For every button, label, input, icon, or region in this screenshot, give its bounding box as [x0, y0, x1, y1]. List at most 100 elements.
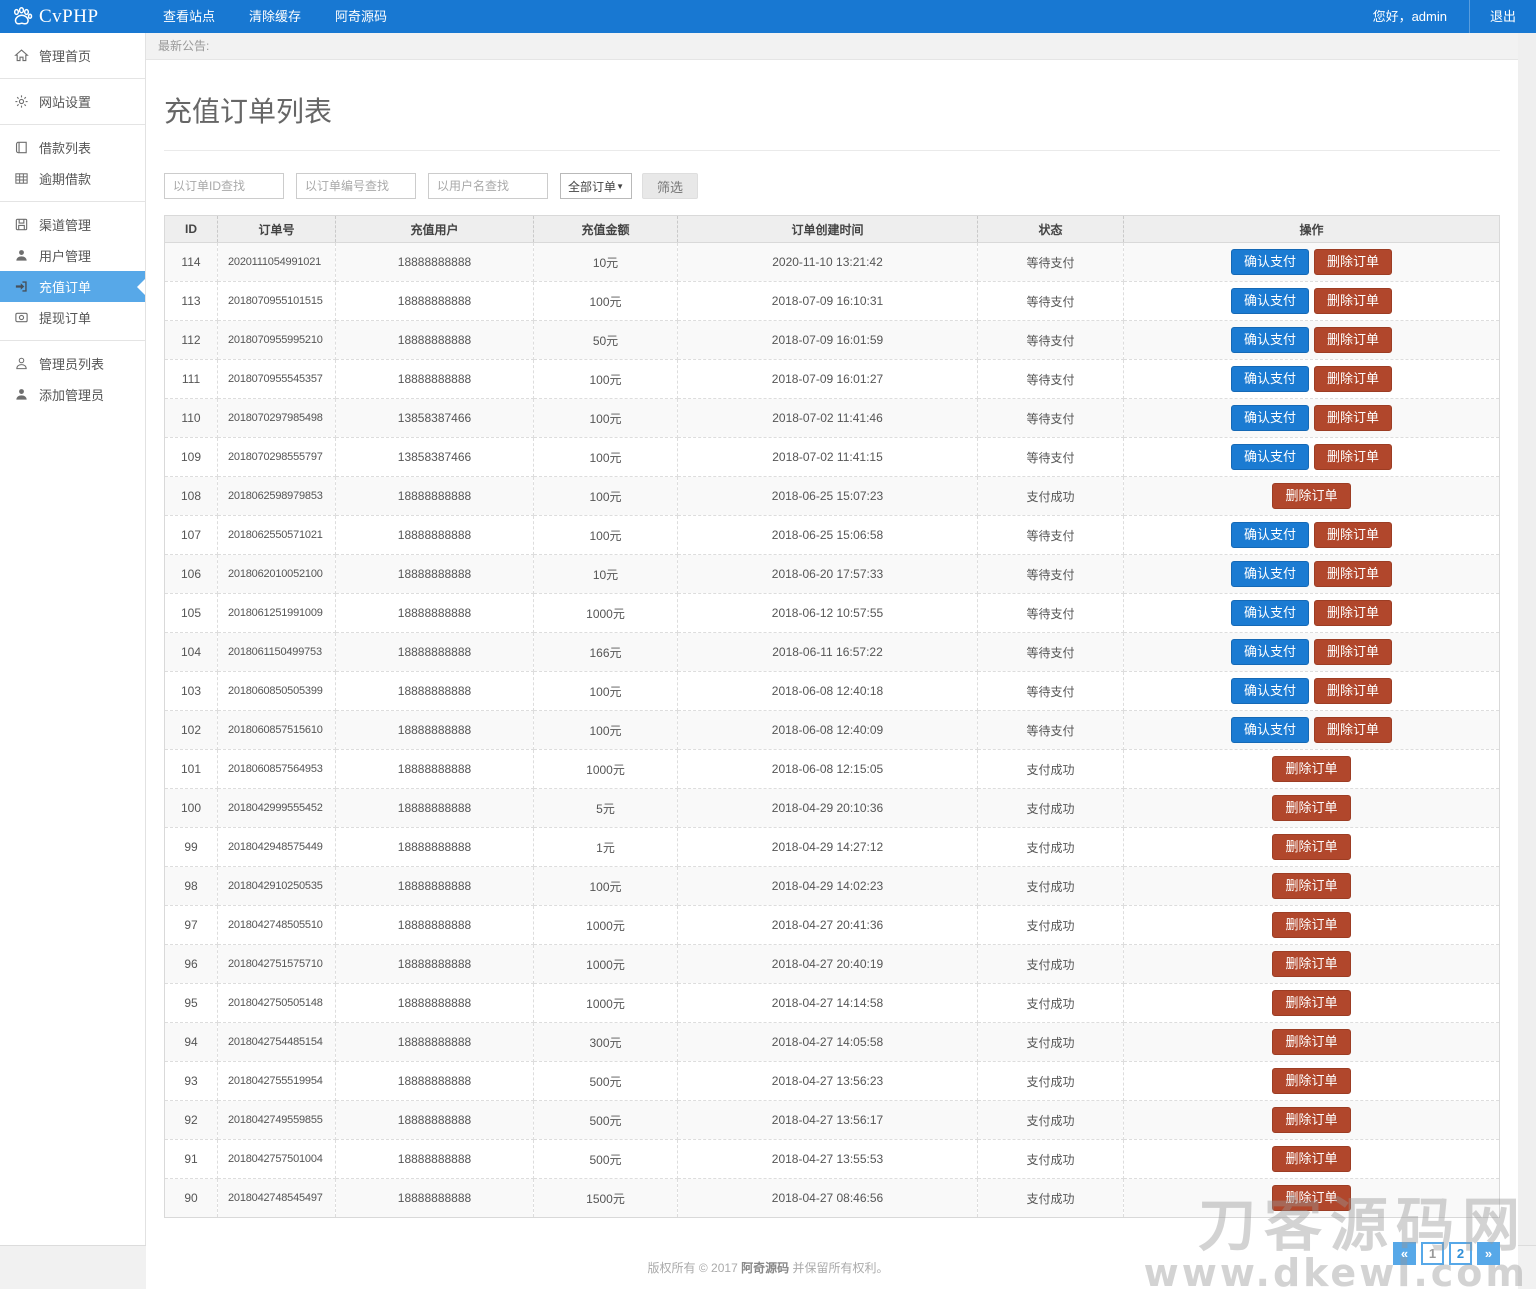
cell-actions: 确认支付 删除订单	[1123, 437, 1500, 477]
confirm-payment-button[interactable]: 确认支付	[1230, 717, 1309, 743]
delete-order-button[interactable]: 删除订单	[1272, 1146, 1351, 1172]
nav-item-clear-cache[interactable]: 清除缓存	[232, 0, 318, 33]
page-title: 充值订单列表	[164, 96, 333, 127]
sidebar-item-user[interactable]: 用户管理	[0, 240, 145, 271]
sidebar-item-home[interactable]: 管理首页	[0, 40, 145, 71]
delete-order-button[interactable]: 删除订单	[1314, 639, 1393, 665]
cell-user: 18888888888	[335, 632, 534, 672]
pagination-page-2[interactable]: 2	[1449, 1242, 1472, 1265]
sidebar-item-book[interactable]: 借款列表	[0, 132, 145, 163]
delete-order-button[interactable]: 删除订单	[1314, 327, 1393, 353]
nav-item-source[interactable]: 阿奇源码	[318, 0, 404, 33]
delete-order-button[interactable]: 删除订单	[1314, 366, 1393, 392]
delete-order-button[interactable]: 删除订单	[1272, 951, 1351, 977]
table-header-row: ID 订单号 充值用户 充值金额 订单创建时间 状态 操作	[164, 215, 1500, 243]
delete-order-button[interactable]: 删除订单	[1314, 288, 1393, 314]
cell-id: 100	[164, 788, 218, 828]
sidebar-item-user-outline[interactable]: 管理员列表	[0, 348, 145, 379]
user-icon	[14, 248, 29, 263]
sidebar-item-table[interactable]: 逾期借款	[0, 163, 145, 194]
confirm-payment-button[interactable]: 确认支付	[1230, 600, 1309, 626]
cell-actions: 删除订单	[1123, 1100, 1500, 1140]
cell-actions: 确认支付 删除订单	[1123, 671, 1500, 711]
delete-order-button[interactable]: 删除订单	[1314, 600, 1393, 626]
sidebar-item-signin[interactable]: 充值订单	[0, 271, 145, 302]
confirm-payment-button[interactable]: 确认支付	[1230, 288, 1309, 314]
table-row: 109 2018070298555797 13858387466 100元 2018-0…	[164, 437, 1500, 477]
pagination-next[interactable]: »	[1477, 1242, 1500, 1265]
cell-actions: 删除订单	[1123, 1022, 1500, 1062]
delete-order-button[interactable]: 删除订单	[1272, 1185, 1351, 1211]
cell-actions: 删除订单	[1123, 476, 1500, 516]
orders-table: ID 订单号 充值用户 充值金额 订单创建时间 状态 操作 114 2020111054991…	[164, 215, 1500, 1218]
announcement-bar: 最新公告:	[146, 33, 1518, 60]
cell-actions: 确认支付 删除订单	[1123, 320, 1500, 360]
confirm-payment-button[interactable]: 确认支付	[1230, 639, 1309, 665]
cell-created: 2018-04-27 13:56:17	[677, 1100, 978, 1140]
sidebar-item-user-add[interactable]: 添加管理员	[0, 379, 145, 410]
nav-item-view-site[interactable]: 查看站点	[146, 0, 232, 33]
cell-user: 13858387466	[335, 437, 534, 477]
delete-order-button[interactable]: 删除订单	[1314, 249, 1393, 275]
cell-status: 支付成功	[977, 944, 1124, 984]
table-row: 98 2018042910250535 18888888888 100元 2018-04…	[164, 866, 1500, 906]
confirm-payment-button[interactable]: 确认支付	[1230, 522, 1309, 548]
table-row: 92 2018042749559855 18888888888 500元 2018-04…	[164, 1100, 1500, 1140]
cell-user: 18888888888	[335, 515, 534, 555]
confirm-payment-button[interactable]: 确认支付	[1230, 405, 1309, 431]
column-header: 充值金额	[533, 215, 678, 243]
table-row: 106 2018062010052100 18888888888 10元 2018-06…	[164, 554, 1500, 594]
cell-status: 支付成功	[977, 827, 1124, 867]
sidebar-item-label: 渠道管理	[39, 218, 92, 233]
delete-order-button[interactable]: 删除订单	[1272, 1029, 1351, 1055]
home-icon	[14, 48, 29, 63]
delete-order-button[interactable]: 删除订单	[1314, 678, 1393, 704]
cell-created: 2018-04-27 08:46:56	[677, 1178, 978, 1218]
table-row: 108 2018062598979853 18888888888 100元 2018-0…	[164, 476, 1500, 516]
cell-status: 支付成功	[977, 1178, 1124, 1218]
delete-order-button[interactable]: 删除订单	[1314, 522, 1393, 548]
delete-order-button[interactable]: 删除订单	[1314, 444, 1393, 470]
delete-order-button[interactable]: 删除订单	[1272, 1068, 1351, 1094]
filter-button[interactable]: 筛选	[642, 173, 699, 199]
confirm-payment-button[interactable]: 确认支付	[1230, 561, 1309, 587]
cell-amount: 100元	[533, 281, 678, 321]
cell-id: 110	[164, 398, 218, 438]
pagination-prev[interactable]: «	[1393, 1242, 1416, 1265]
cell-user: 18888888888	[335, 827, 534, 867]
confirm-payment-button[interactable]: 确认支付	[1230, 327, 1309, 353]
cell-created: 2018-04-27 20:40:19	[677, 944, 978, 984]
order-id-search-input[interactable]	[164, 173, 284, 199]
delete-order-button[interactable]: 删除订单	[1272, 756, 1351, 782]
order-number-search-input[interactable]	[296, 173, 416, 199]
cell-user: 18888888888	[335, 1061, 534, 1101]
delete-order-button[interactable]: 删除订单	[1272, 990, 1351, 1016]
table-row: 96 2018042751575710 18888888888 1000元 2018-0…	[164, 944, 1500, 984]
logout-button[interactable]: 退出	[1468, 0, 1536, 33]
delete-order-button[interactable]: 删除订单	[1272, 873, 1351, 899]
cell-created: 2018-06-08 12:40:18	[677, 671, 978, 711]
sidebar-item-label: 充值订单	[39, 280, 92, 295]
confirm-payment-button[interactable]: 确认支付	[1230, 366, 1309, 392]
sidebar-item-save[interactable]: 渠道管理	[0, 209, 145, 240]
delete-order-button[interactable]: 删除订单	[1314, 561, 1393, 587]
order-status-select[interactable]: 全部订单 ▼	[560, 173, 632, 199]
delete-order-button[interactable]: 删除订单	[1272, 483, 1351, 509]
confirm-payment-button[interactable]: 确认支付	[1230, 678, 1309, 704]
sidebar-item-money[interactable]: 提现订单	[0, 302, 145, 333]
cell-user: 18888888888	[335, 242, 534, 282]
confirm-payment-button[interactable]: 确认支付	[1230, 249, 1309, 275]
cell-user: 18888888888	[335, 671, 534, 711]
delete-order-button[interactable]: 删除订单	[1272, 795, 1351, 821]
cell-order: 2018042749559855	[217, 1100, 336, 1140]
delete-order-button[interactable]: 删除订单	[1314, 717, 1393, 743]
delete-order-button[interactable]: 删除订单	[1314, 405, 1393, 431]
confirm-payment-button[interactable]: 确认支付	[1230, 444, 1309, 470]
delete-order-button[interactable]: 删除订单	[1272, 912, 1351, 938]
delete-order-button[interactable]: 删除订单	[1272, 834, 1351, 860]
sidebar-item-gear[interactable]: 网站设置	[0, 86, 145, 117]
pagination-page-1[interactable]: 1	[1421, 1242, 1444, 1265]
cell-actions: 删除订单	[1123, 1061, 1500, 1101]
delete-order-button[interactable]: 删除订单	[1272, 1107, 1351, 1133]
username-search-input[interactable]	[428, 173, 548, 199]
